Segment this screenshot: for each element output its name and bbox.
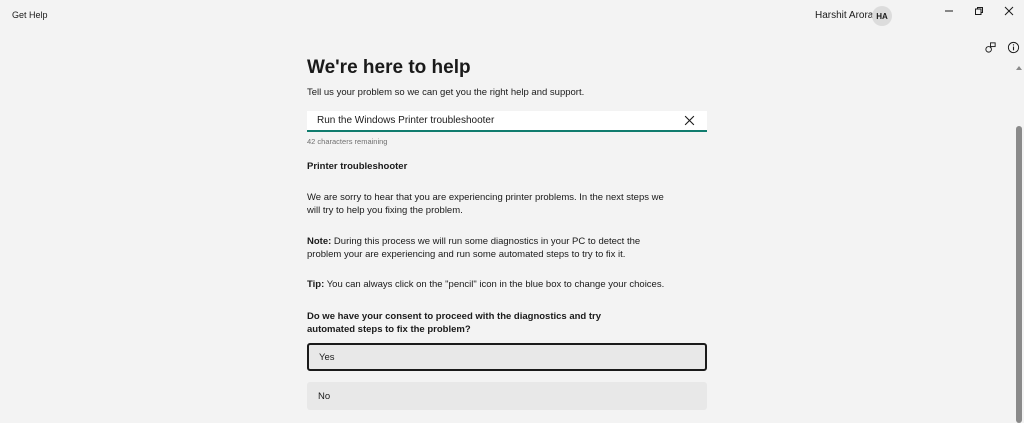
- tip-paragraph: Tip: You can always click on the "pencil…: [307, 278, 664, 291]
- user-name[interactable]: Harshit Arora: [815, 10, 873, 21]
- section-title: Printer troubleshooter: [307, 161, 408, 172]
- page-title: We're here to help: [307, 57, 471, 78]
- restore-icon: [975, 7, 983, 15]
- share-icon[interactable]: [983, 40, 997, 54]
- note-label: Note:: [307, 236, 332, 247]
- note-text: During this process we will run some dia…: [307, 236, 641, 260]
- scroll-up-arrow-icon[interactable]: [1015, 64, 1023, 72]
- no-option-button[interactable]: No: [307, 382, 707, 410]
- tip-text: You can always click on the "pencil" ico…: [324, 279, 665, 290]
- scrollbar-thumb[interactable]: [1016, 126, 1022, 423]
- clear-icon[interactable]: [684, 115, 695, 126]
- app-title: Get Help: [12, 10, 48, 20]
- search-input[interactable]: [317, 111, 677, 130]
- note-paragraph: Note: During this process we will run so…: [307, 235, 667, 261]
- no-option-label: No: [318, 390, 331, 402]
- avatar[interactable]: HA: [872, 6, 892, 26]
- title-bar: Get Help Harshit Arora HA: [0, 0, 1024, 32]
- character-count: 42 characters remaining: [307, 137, 388, 146]
- minimize-icon: [945, 10, 953, 12]
- consent-question: Do we have your consent to proceed with …: [307, 311, 602, 335]
- intro-paragraph: We are sorry to hear that you are experi…: [307, 192, 664, 216]
- close-icon: [1004, 6, 1014, 16]
- yes-option-button[interactable]: Yes: [307, 343, 707, 371]
- tip-label: Tip:: [307, 279, 325, 290]
- info-icon[interactable]: [1006, 40, 1020, 54]
- yes-option-label: Yes: [319, 351, 335, 363]
- page-subtitle: Tell us your problem so we can get you t…: [307, 87, 585, 98]
- search-box[interactable]: [307, 111, 707, 132]
- minimize-button[interactable]: [933, 0, 965, 22]
- close-button[interactable]: [993, 0, 1024, 22]
- restore-button[interactable]: [963, 0, 995, 22]
